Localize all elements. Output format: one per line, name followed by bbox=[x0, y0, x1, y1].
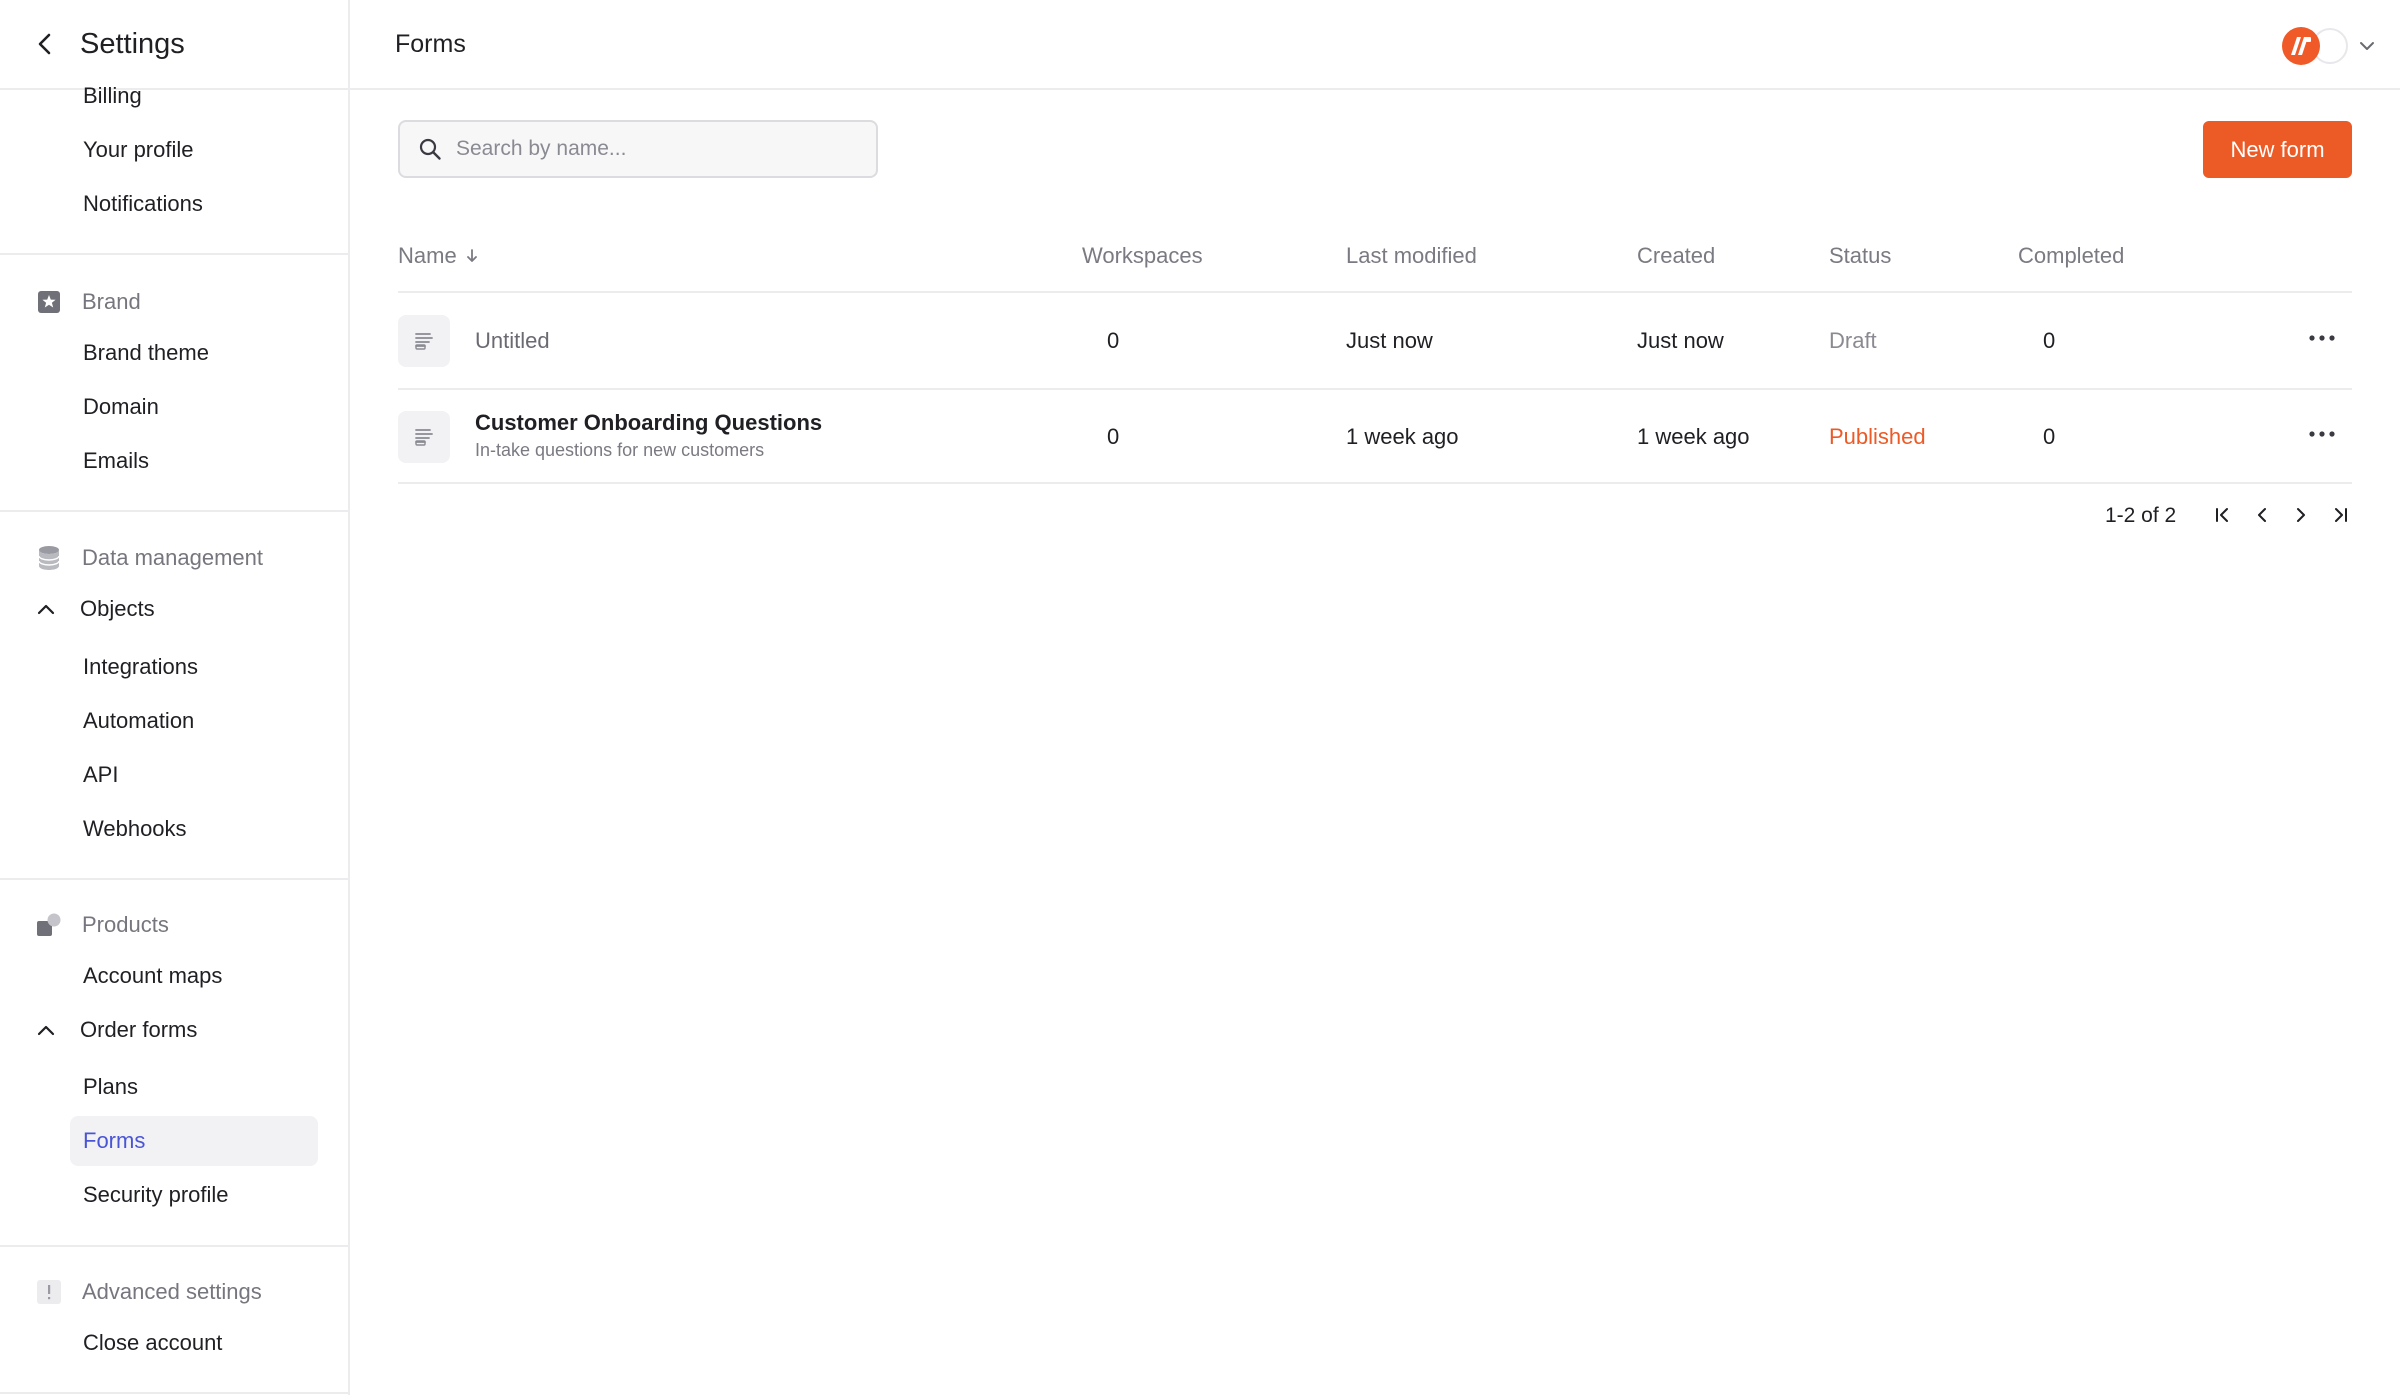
sidebar-item-billing[interactable]: Billing bbox=[70, 71, 318, 121]
sidebar-section-brand: Brand bbox=[36, 282, 141, 322]
sidebar-item-integrations[interactable]: Integrations bbox=[70, 642, 318, 692]
form-description: In-take questions for new customers bbox=[475, 440, 765, 460]
sidebar-item-webhooks[interactable]: Webhooks bbox=[70, 804, 318, 854]
sidebar-divider bbox=[0, 1392, 348, 1394]
column-header-completed[interactable]: Completed bbox=[2018, 238, 2124, 274]
column-header-created[interactable]: Created bbox=[1637, 238, 1715, 274]
sidebar-item-your-profile[interactable]: Your profile bbox=[70, 125, 318, 175]
search-icon bbox=[418, 137, 442, 161]
table-row[interactable]: Customer Onboarding Questions In-take qu… bbox=[398, 390, 2352, 484]
sidebar-title: Settings bbox=[80, 27, 185, 60]
cell-last-modified: 1 week ago bbox=[1346, 424, 1459, 449]
sidebar-section-label: Brand bbox=[82, 289, 141, 314]
sidebar-divider bbox=[0, 253, 348, 255]
column-header-workspaces[interactable]: Workspaces bbox=[1082, 238, 1203, 274]
column-header-name[interactable]: Name bbox=[398, 238, 479, 274]
sidebar-item-emails[interactable]: Emails bbox=[70, 436, 318, 486]
status-badge-published: Published bbox=[1829, 424, 1926, 449]
sidebar-expand-label: Objects bbox=[80, 596, 155, 621]
sidebar-section-label: Advanced settings bbox=[82, 1279, 262, 1304]
sidebar-section-advanced-settings: Advanced settings bbox=[36, 1272, 262, 1312]
status-badge-draft: Draft bbox=[1829, 328, 1877, 353]
form-name[interactable]: Untitled bbox=[475, 294, 550, 388]
cell-completed: 0 bbox=[2043, 424, 2056, 449]
sidebar-item-forms[interactable]: Forms bbox=[70, 1116, 318, 1166]
cell-completed: 0 bbox=[2043, 328, 2056, 353]
table-row[interactable]: Untitled 0 Just now Just now Draft 0 bbox=[398, 294, 2352, 388]
next-page-icon[interactable] bbox=[2286, 500, 2316, 530]
chevron-up-icon bbox=[34, 1018, 58, 1042]
star-icon bbox=[36, 289, 62, 315]
sidebar-section-label: Data management bbox=[82, 545, 263, 570]
cell-last-modified: Just now bbox=[1346, 328, 1433, 353]
cell-created: 1 week ago bbox=[1637, 424, 1750, 449]
sidebar-section-products: Products bbox=[36, 905, 169, 945]
cell-workspaces: 0 bbox=[1107, 424, 1120, 449]
database-icon bbox=[36, 545, 62, 571]
more-options-icon[interactable] bbox=[2304, 416, 2340, 452]
sidebar-item-brand-theme[interactable]: Brand theme bbox=[70, 328, 318, 378]
more-options-icon[interactable] bbox=[2304, 320, 2340, 356]
sidebar-item-close-account[interactable]: Close account bbox=[70, 1318, 318, 1368]
form-name[interactable]: Customer Onboarding Questions In-take qu… bbox=[475, 410, 822, 461]
cell-created: Just now bbox=[1637, 328, 1724, 353]
column-header-status[interactable]: Status bbox=[1829, 238, 1891, 274]
chevron-up-icon bbox=[34, 597, 58, 621]
form-document-icon bbox=[398, 315, 450, 367]
search-input[interactable] bbox=[456, 137, 856, 161]
sidebar-divider bbox=[0, 510, 348, 512]
sidebar-item-automation[interactable]: Automation bbox=[70, 696, 318, 746]
sort-arrow-down-icon bbox=[465, 248, 479, 264]
sidebar-expand-label: Order forms bbox=[80, 1017, 198, 1042]
table-divider bbox=[398, 482, 2352, 484]
form-document-icon bbox=[398, 411, 450, 463]
sidebar-divider bbox=[0, 1245, 348, 1247]
form-name-label: Untitled bbox=[475, 328, 550, 353]
new-form-button[interactable]: New form bbox=[2203, 121, 2352, 178]
top-bar: Forms bbox=[350, 0, 2400, 90]
column-header-label: Name bbox=[398, 243, 457, 268]
table-divider bbox=[398, 291, 2352, 293]
sidebar-section-data-management: Data management bbox=[36, 538, 263, 578]
sidebar-item-notifications[interactable]: Notifications bbox=[70, 179, 318, 229]
chevron-down-icon bbox=[2356, 35, 2378, 57]
sidebar-divider bbox=[0, 878, 348, 880]
previous-page-icon[interactable] bbox=[2247, 500, 2277, 530]
account-switcher[interactable] bbox=[2282, 26, 2378, 66]
sidebar-expand-objects[interactable]: Objects bbox=[34, 584, 282, 634]
sidebar-item-api[interactable]: API bbox=[70, 750, 318, 800]
sidebar-item-account-maps[interactable]: Account maps bbox=[70, 951, 318, 1001]
column-header-last-modified[interactable]: Last modified bbox=[1346, 238, 1477, 274]
back-arrow-icon[interactable] bbox=[32, 31, 58, 57]
cell-workspaces: 0 bbox=[1107, 328, 1120, 353]
search-box bbox=[398, 120, 878, 178]
pagination-label: 1-2 of 2 bbox=[2105, 504, 2177, 527]
page-title: Forms bbox=[395, 29, 466, 58]
first-page-icon[interactable] bbox=[2208, 500, 2238, 530]
sidebar-item-plans[interactable]: Plans bbox=[70, 1062, 318, 1112]
products-icon bbox=[36, 912, 62, 938]
settings-sidebar: Settings Billing Your profile Notificati… bbox=[0, 0, 350, 1395]
sidebar-item-domain[interactable]: Domain bbox=[70, 382, 318, 432]
last-page-icon[interactable] bbox=[2325, 500, 2355, 530]
warning-icon bbox=[36, 1279, 62, 1305]
sidebar-section-label: Products bbox=[82, 912, 169, 937]
form-name-label: Customer Onboarding Questions bbox=[475, 410, 823, 435]
company-logo-icon bbox=[2282, 27, 2320, 65]
sidebar-item-security-profile[interactable]: Security profile bbox=[70, 1170, 318, 1220]
sidebar-expand-order-forms[interactable]: Order forms bbox=[34, 1005, 282, 1055]
